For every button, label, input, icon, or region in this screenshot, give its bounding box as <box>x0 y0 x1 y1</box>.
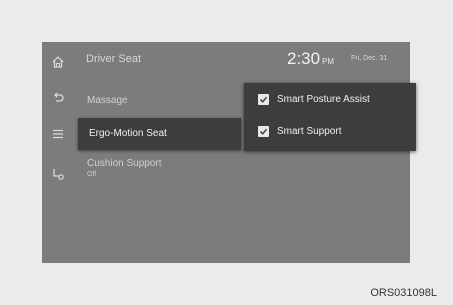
ampm-text: PM <box>322 57 335 66</box>
infotainment-screen: Driver Seat 2:30 PM Fri, Dec. 31 Massage … <box>42 42 416 263</box>
menu-item-ergo-motion-seat[interactable]: Ergo-Motion Seat <box>78 118 241 150</box>
checkbox-checked-icon[interactable] <box>258 126 269 137</box>
left-sidebar <box>42 42 74 263</box>
menu-icon[interactable] <box>50 127 66 143</box>
home-icon[interactable] <box>50 55 66 71</box>
date-text: Fri, Dec. 31 <box>351 55 388 62</box>
seat-settings-icon[interactable] <box>50 167 66 183</box>
cushion-support-value: Off <box>87 171 97 178</box>
back-icon[interactable] <box>50 91 66 107</box>
menu-item-label: Ergo-Motion Seat <box>89 128 167 139</box>
time-text: 2:30 <box>287 49 321 68</box>
figure-caption: ORS031098L <box>370 287 437 299</box>
page-title: Driver Seat <box>86 53 142 65</box>
menu-item-massage[interactable]: Massage <box>87 95 128 106</box>
clock: 2:30 PM <box>287 49 334 69</box>
option-label: Smart Posture Assist <box>277 94 370 105</box>
menu-item-cushion-support[interactable]: Cushion Support <box>87 158 162 169</box>
checkbox-checked-icon[interactable] <box>258 94 269 105</box>
option-label: Smart Support <box>277 126 342 137</box>
ergo-motion-popup: Smart Posture Assist Smart Support <box>244 83 416 151</box>
